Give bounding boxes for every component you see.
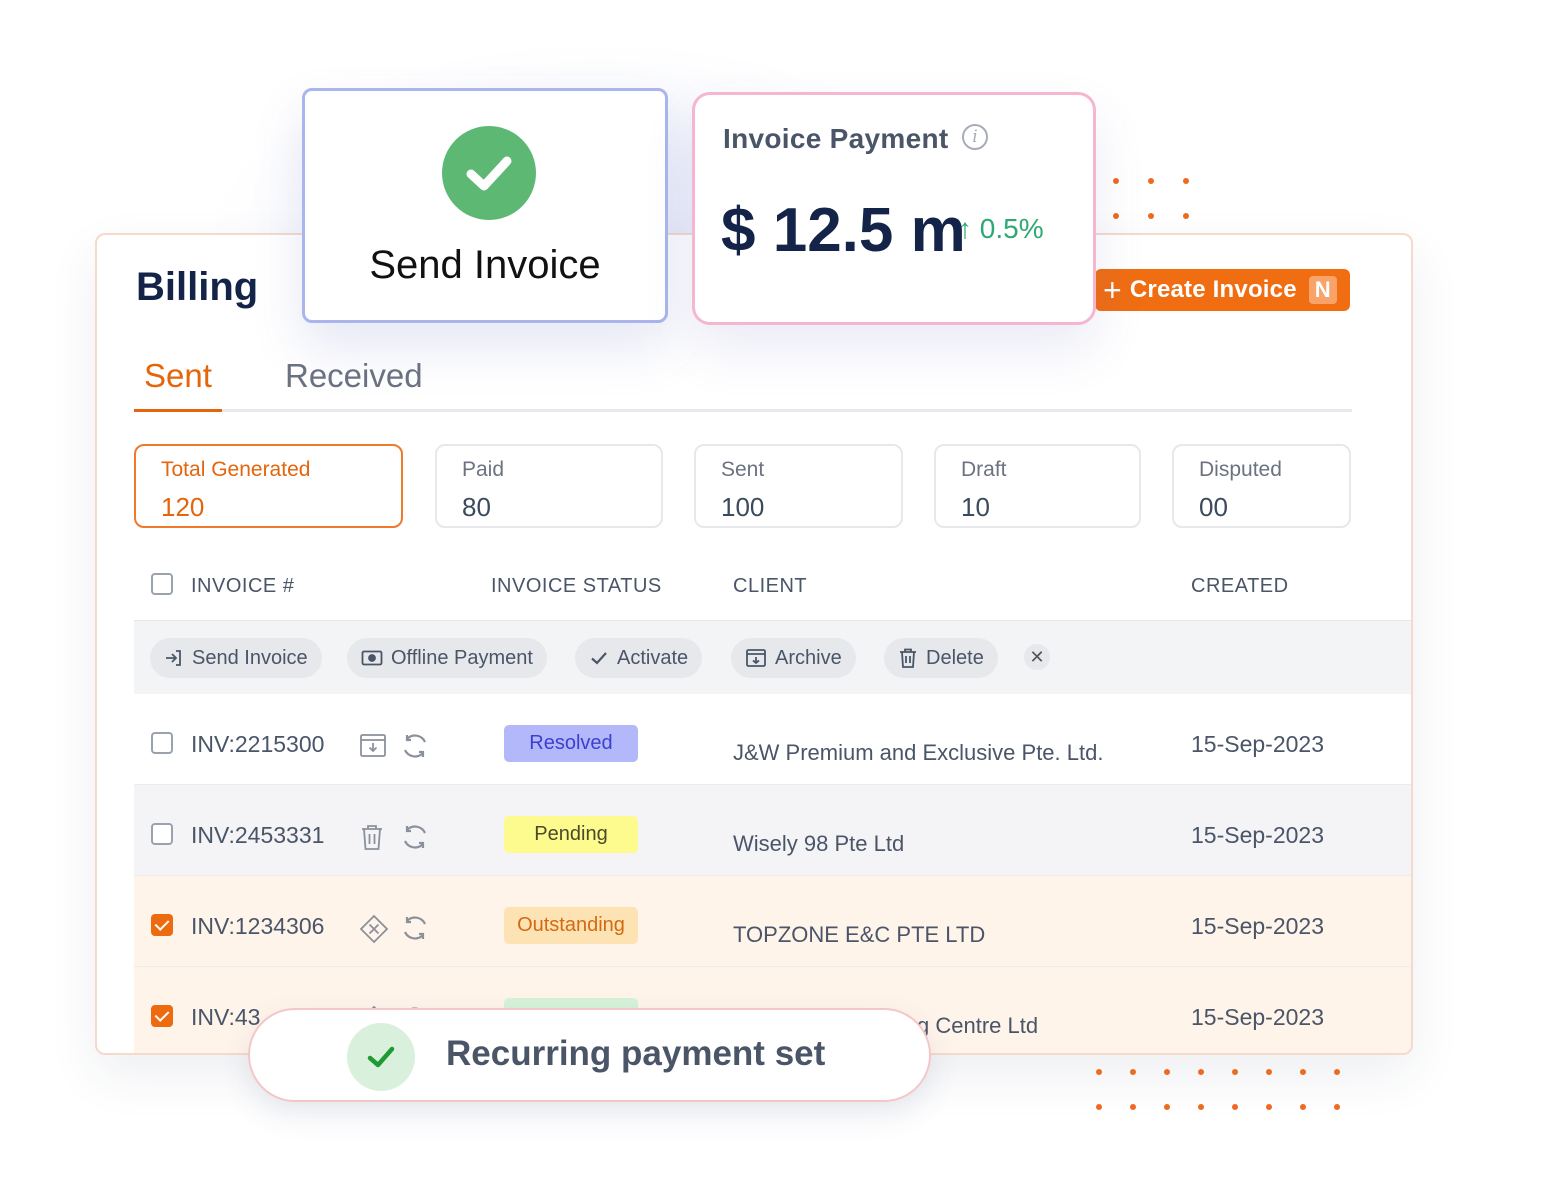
check-circle-icon: [442, 126, 536, 220]
stat-draft[interactable]: Draft 10: [934, 444, 1141, 528]
action-label: Send Invoice: [192, 646, 308, 669]
archive-icon[interactable]: [359, 732, 387, 758]
send-icon: [166, 650, 181, 666]
header-client[interactable]: CLIENT: [733, 575, 807, 598]
action-label: Delete: [926, 646, 984, 669]
row-checkbox[interactable]: [151, 1005, 173, 1027]
invoice-payment-card: Invoice Payment i $ 12.5 m ↑ 0.5%: [692, 92, 1096, 325]
created-date: 15-Sep-2023: [1191, 822, 1324, 848]
decorative-dots-top: [1113, 178, 1189, 219]
recurring-icon[interactable]: [401, 732, 429, 760]
toast-notification: Recurring payment set: [248, 1008, 931, 1102]
shortcut-badge: N: [1308, 276, 1337, 304]
recurring-icon[interactable]: [401, 914, 429, 942]
success-check-icon: [347, 1023, 415, 1091]
action-label: Archive: [775, 646, 842, 669]
bulk-action-bar: Send Invoice Offline Payment Activate Ar…: [134, 620, 1411, 695]
invoice-number[interactable]: INV:2453331: [191, 822, 324, 849]
trash-icon[interactable]: [359, 823, 385, 851]
row-checkbox[interactable]: [151, 823, 173, 845]
stat-disputed[interactable]: Disputed 00: [1172, 444, 1351, 528]
created-date: 15-Sep-2023: [1191, 1004, 1324, 1030]
invoice-number[interactable]: INV:2215300: [191, 731, 324, 758]
status-badge: Pending: [504, 816, 638, 853]
status-badge: Outstanding: [504, 907, 638, 944]
stat-sent[interactable]: Sent 100: [694, 444, 903, 528]
offline-payment-action[interactable]: Offline Payment: [347, 638, 547, 678]
recurring-icon[interactable]: [401, 823, 429, 851]
invoice-number[interactable]: INV:1234306: [191, 913, 324, 940]
active-tab-indicator: [134, 409, 222, 412]
close-action-bar-button[interactable]: ✕: [1024, 644, 1050, 670]
payment-change: ↑ 0.5%: [958, 213, 1044, 245]
created-date: 15-Sep-2023: [1191, 913, 1324, 939]
client-name: Wisely 98 Pte Ltd: [733, 831, 905, 856]
info-icon[interactable]: i: [962, 124, 988, 150]
send-invoice-action[interactable]: Send Invoice: [150, 638, 322, 678]
stat-value: 10: [961, 492, 990, 522]
stat-paid[interactable]: Paid 80: [435, 444, 663, 528]
create-invoice-label: Create Invoice: [1129, 276, 1297, 303]
row-checkbox[interactable]: [151, 914, 173, 936]
tabs: Sent Received: [134, 347, 1352, 412]
send-invoice-card[interactable]: Send Invoice: [302, 88, 668, 323]
cash-icon: [361, 650, 383, 666]
delete-action[interactable]: Delete: [884, 638, 998, 678]
payment-card-title: Invoice Payment: [723, 123, 949, 154]
stat-label: Total Generated: [161, 458, 311, 481]
stat-label: Disputed: [1199, 458, 1282, 481]
action-label: Activate: [617, 646, 689, 669]
header-invoice[interactable]: INVOICE #: [191, 575, 294, 598]
table-row[interactable]: INV:2215300 Resolved J&W Premium and Exc…: [134, 694, 1411, 785]
header-status[interactable]: INVOICE STATUS: [491, 575, 662, 598]
client-name: J&W Premium and Exclusive Pte. Ltd.: [733, 740, 1104, 765]
plus-icon: +: [1103, 272, 1122, 308]
stat-value: 100: [721, 492, 765, 522]
stat-label: Paid: [462, 458, 505, 481]
trash-icon: [900, 648, 916, 668]
billing-panel: Billing + Create Invoice N Sent Received…: [95, 233, 1413, 1055]
stat-value: 120: [161, 492, 205, 522]
created-date: 15-Sep-2023: [1191, 731, 1324, 757]
row-checkbox[interactable]: [151, 732, 173, 754]
tab-received[interactable]: Received: [285, 357, 423, 395]
select-all-checkbox[interactable]: [151, 573, 173, 595]
arrow-up-icon: ↑: [958, 213, 972, 244]
client-name: g Centre Ltd: [917, 1013, 1039, 1038]
stat-total-generated[interactable]: Total Generated 120: [134, 444, 403, 528]
toast-message: Recurring payment set: [446, 1034, 826, 1073]
stat-value: 00: [1199, 492, 1228, 522]
page-title: Billing: [136, 265, 259, 309]
status-badge: Resolved: [504, 725, 638, 762]
send-invoice-title: Send Invoice: [369, 243, 601, 287]
payment-amount: $ 12.5 m: [721, 196, 966, 265]
table-row[interactable]: INV:2453331 Pending Wisely 98 Pte Ltd 15…: [134, 785, 1411, 876]
activate-action[interactable]: Activate: [575, 638, 703, 678]
tab-sent[interactable]: Sent: [144, 357, 212, 395]
header-created[interactable]: CREATED: [1191, 575, 1289, 598]
change-value: 0.5%: [979, 213, 1044, 244]
decorative-dots-bottom: [1096, 1069, 1340, 1110]
stat-label: Draft: [961, 458, 1007, 481]
create-invoice-button[interactable]: + Create Invoice N: [1095, 269, 1350, 311]
stat-value: 80: [462, 492, 491, 522]
action-label: Offline Payment: [391, 646, 533, 669]
archive-action[interactable]: Archive: [731, 638, 856, 678]
table-row[interactable]: INV:1234306 Outstanding TOPZONE E&C PTE …: [134, 876, 1411, 967]
client-name: TOPZONE E&C PTE LTD: [733, 922, 986, 947]
archive-icon: [746, 649, 766, 667]
activate-icon[interactable]: [359, 914, 389, 944]
check-icon: [591, 652, 607, 665]
stat-label: Sent: [721, 458, 765, 481]
invoice-number[interactable]: INV:43: [191, 1004, 260, 1031]
